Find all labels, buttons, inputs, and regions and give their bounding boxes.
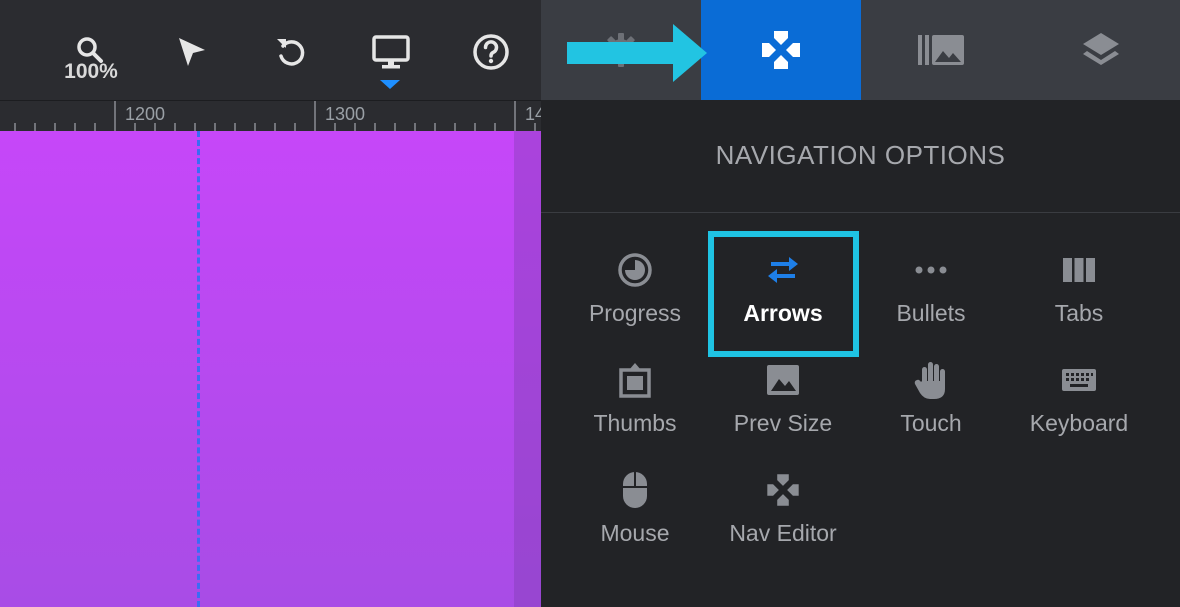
highlight-box-annotation — [708, 231, 859, 357]
undo-button[interactable] — [269, 30, 313, 74]
ruler-ticks — [14, 101, 536, 132]
zoom-level[interactable]: 100% — [56, 60, 126, 84]
option-label: Bullets — [896, 300, 966, 326]
help-button[interactable] — [469, 30, 513, 74]
progress-icon — [618, 253, 652, 287]
option-label: Nav Editor — [729, 520, 837, 546]
image-icon — [767, 365, 799, 395]
editor-toolbar: 100% — [0, 0, 541, 100]
vertical-guide-line[interactable] — [197, 131, 200, 607]
option-label: Mouse — [600, 520, 670, 546]
undo-icon — [277, 39, 305, 66]
desktop-monitor-icon — [372, 35, 410, 69]
help-icon — [473, 34, 509, 70]
tab-navigation[interactable] — [701, 0, 861, 100]
tab-layers[interactable] — [1021, 0, 1180, 100]
option-label: Tabs — [1054, 300, 1104, 326]
option-label: Progress — [588, 300, 682, 326]
bullets-icon — [915, 266, 947, 274]
divider — [541, 212, 1180, 213]
option-label: Thumbs — [593, 410, 677, 436]
tab-media[interactable] — [861, 0, 1021, 100]
select-tool-button[interactable] — [169, 30, 213, 74]
image-library-icon — [918, 35, 964, 65]
tabs-icon — [1063, 258, 1095, 282]
option-thumbs[interactable]: Thumbs — [561, 340, 709, 440]
keyboard-icon — [1062, 369, 1096, 391]
navigation-options-panel: NAVIGATION OPTIONS Progress Arrows Bulle… — [541, 100, 1180, 607]
device-dropdown-caret[interactable] — [380, 80, 400, 89]
option-keyboard[interactable]: Keyboard — [1005, 340, 1153, 440]
ruler-label: 1300 — [325, 104, 366, 124]
option-bullets[interactable]: Bullets — [857, 230, 1005, 330]
option-label: Keyboard — [1029, 410, 1129, 436]
option-nav-editor[interactable]: Nav Editor — [709, 450, 857, 550]
horizontal-ruler: 1200 1300 14 — [0, 100, 545, 132]
ruler-label: 1200 — [125, 104, 166, 124]
panel-title: NAVIGATION OPTIONS — [715, 140, 1006, 170]
slide-canvas[interactable] — [0, 131, 541, 607]
mouse-icon — [623, 472, 647, 508]
thumbs-icon — [619, 363, 651, 398]
device-button[interactable] — [369, 30, 413, 74]
option-label: Prev Size — [733, 410, 833, 436]
layers-icon — [1083, 33, 1119, 65]
option-touch[interactable]: Touch — [857, 340, 1005, 440]
option-label: Touch — [900, 410, 962, 436]
pointer-arrow-annotation — [567, 24, 707, 82]
canvas-edge-shade — [514, 131, 541, 607]
gamepad-icon — [767, 474, 799, 506]
option-tabs[interactable]: Tabs — [1005, 230, 1153, 330]
gamepad-icon — [762, 31, 800, 69]
cursor-arrow-icon — [179, 38, 205, 66]
option-mouse[interactable]: Mouse — [561, 450, 709, 550]
hand-icon — [914, 362, 945, 399]
option-progress[interactable]: Progress — [561, 230, 709, 330]
